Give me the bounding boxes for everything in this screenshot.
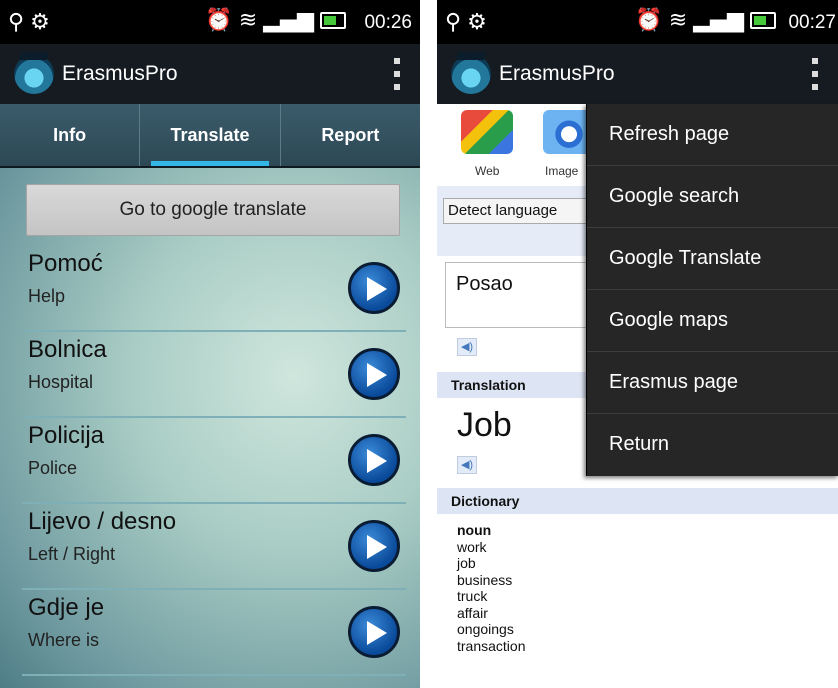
speaker-icon[interactable]: ◀) (457, 456, 477, 474)
menu-google-maps[interactable]: Google maps (587, 290, 838, 352)
app-title: ErasmusPro (62, 62, 178, 85)
signal-icon: ▂▄▆ (693, 8, 744, 33)
owl-logo-icon[interactable] (451, 54, 491, 94)
overflow-menu-icon[interactable] (812, 58, 820, 90)
wifi-icon: ≋ (238, 8, 258, 33)
usb-android-icons: ⚲⚙ (445, 10, 493, 35)
phrase-word: Pomoć (28, 250, 103, 277)
status-bar: ⚲⚙ ⏰ ≋ ▂▄▆ 00:27 (437, 0, 838, 44)
dictionary-word: business (457, 571, 513, 588)
dictionary-word: work (457, 538, 487, 555)
dictionary-word: truck (457, 588, 488, 604)
phrase-item: Policija Police (22, 418, 406, 504)
tab-report[interactable]: Report (279, 104, 420, 166)
menu-erasmus-page[interactable]: Erasmus page (587, 352, 838, 414)
signal-icon: ▂▄▆ (263, 8, 314, 33)
web-label: Web (475, 164, 500, 178)
phrase-word: Gdje je (28, 594, 105, 621)
dictionary-word: affair (457, 604, 488, 621)
translation-result: Job (457, 406, 512, 444)
action-bar: ErasmusPro (0, 44, 420, 104)
phrase-item: Bolnica Hospital (22, 332, 406, 418)
translate-content: Go to google translate Pomoć Help Bolnic… (0, 168, 420, 688)
alarm-icon: ⏰ (205, 8, 233, 33)
phrase-item: Pomoć Help (22, 246, 406, 332)
tab-bar: Info Translate Report (0, 104, 420, 168)
phrase-translation: Help (28, 286, 66, 306)
menu-return[interactable]: Return (587, 414, 838, 475)
app-title: ErasmusPro (499, 62, 615, 85)
battery-icon (750, 12, 776, 29)
dictionary-word: ongoings (457, 621, 514, 637)
tab-translate[interactable]: Translate (139, 104, 279, 166)
battery-icon (320, 12, 346, 29)
phrase-word: Bolnica (28, 336, 107, 363)
phrase-translation: Hospital (28, 372, 94, 392)
dictionary-header: Dictionary (437, 488, 838, 514)
detect-language-select[interactable]: Detect language (443, 198, 593, 224)
overflow-menu: Refresh page Google search Google Transl… (586, 104, 838, 476)
clock: 00:27 (788, 12, 836, 33)
phrase-item: Gdje je Where is (22, 590, 406, 676)
action-bar: ErasmusPro (437, 44, 838, 104)
speaker-icon[interactable]: ◀) (457, 338, 477, 356)
tab-info[interactable]: Info (0, 104, 139, 166)
image-label: Image (545, 164, 579, 178)
dictionary-pos: noun (457, 522, 492, 538)
dictionary-word: transaction (457, 637, 526, 654)
dictionary-list: noun work job business truck affair ongo… (457, 522, 525, 654)
phone-translate-screen: ⚲⚙ ⏰ ≋ ▂▄▆ 00:26 ErasmusPro Info Transla… (0, 0, 420, 688)
status-icons: ⏰ ≋ ▂▄▆ (635, 8, 776, 33)
phrase-translation: Left / Right (28, 544, 116, 564)
wifi-icon: ≋ (668, 8, 688, 33)
dictionary-word: job (457, 555, 476, 571)
clock: 00:26 (364, 12, 412, 33)
phrase-word: Policija (28, 422, 105, 449)
phrase-word: Lijevo / desno (28, 508, 177, 535)
status-bar: ⚲⚙ ⏰ ≋ ▂▄▆ 00:26 (0, 0, 420, 44)
play-icon[interactable] (348, 520, 400, 572)
play-icon[interactable] (348, 262, 400, 314)
usb-android-icons: ⚲⚙ (8, 10, 56, 35)
go-to-google-translate-button[interactable]: Go to google translate (26, 184, 400, 236)
play-icon[interactable] (348, 606, 400, 658)
menu-google-translate[interactable]: Google Translate (587, 228, 838, 290)
menu-refresh-page[interactable]: Refresh page (587, 104, 838, 166)
phrase-translation: Where is (28, 630, 100, 650)
phrase-translation: Police (28, 458, 78, 478)
owl-logo-icon[interactable] (14, 54, 54, 94)
google-web-icon[interactable] (461, 110, 513, 154)
phone-browser-screen: ⚲⚙ ⏰ ≋ ▂▄▆ 00:27 ErasmusPro Web Image De… (437, 0, 838, 688)
status-icons: ⏰ ≋ ▂▄▆ (205, 8, 346, 33)
play-icon[interactable] (348, 348, 400, 400)
overflow-menu-icon[interactable] (394, 58, 402, 90)
phrase-item: Lijevo / desno Left / Right (22, 504, 406, 590)
menu-google-search[interactable]: Google search (587, 166, 838, 228)
play-icon[interactable] (348, 434, 400, 486)
alarm-icon: ⏰ (635, 8, 663, 33)
